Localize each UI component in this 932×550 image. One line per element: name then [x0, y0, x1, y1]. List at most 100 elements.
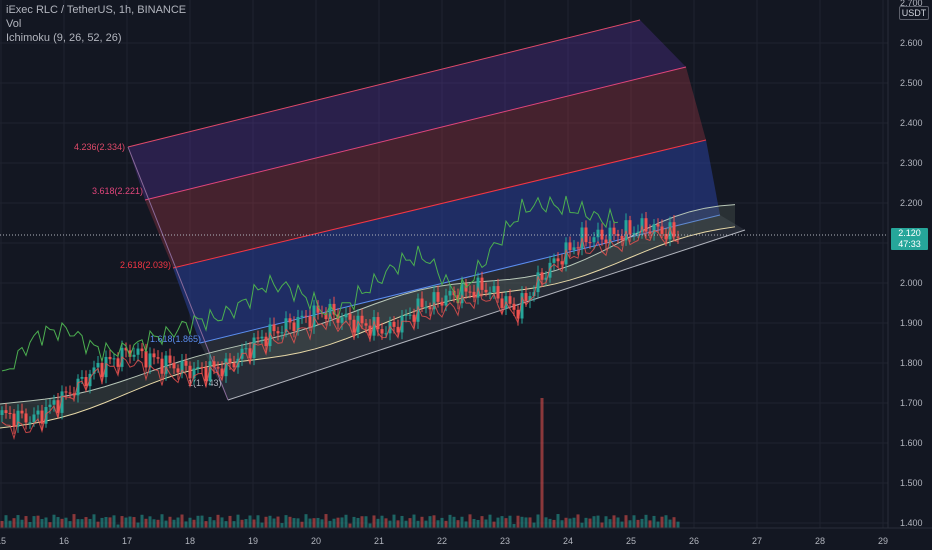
candle-body [300, 315, 304, 317]
candle-body [184, 360, 188, 366]
chart-canvas[interactable]: 1(1.743)1.618(1.865)2.618(2.039)3.618(2.… [0, 0, 932, 550]
volume-bar [596, 515, 600, 528]
volume-bar [524, 517, 528, 528]
time-tick-label: 25 [626, 536, 636, 546]
volume-bar [164, 520, 168, 528]
volume-bar [0, 521, 4, 528]
volume-bar [280, 523, 284, 528]
volume-bar [212, 520, 216, 528]
volume-bar [92, 514, 96, 528]
candle-body [28, 422, 32, 424]
volume-bar [428, 516, 432, 528]
ichimoku-label[interactable]: Ichimoku (9, 26, 52, 26) [6, 31, 186, 45]
candle-body [392, 321, 396, 327]
volume-bar [128, 516, 132, 528]
volume-label[interactable]: Vol [6, 17, 186, 31]
volume-bar [364, 516, 368, 528]
volume-bar [192, 519, 196, 528]
candle-body [656, 224, 660, 227]
candle-body [348, 313, 352, 320]
volume-bar [108, 517, 112, 528]
volume-bar [220, 517, 224, 528]
candle-body [132, 354, 136, 357]
volume-bar [340, 517, 344, 528]
time-tick-label: 22 [437, 536, 447, 546]
volume-bar [548, 518, 552, 528]
volume-bar [332, 518, 336, 528]
volume-bar [632, 515, 636, 528]
volume-bar [256, 515, 260, 528]
candle-body [444, 295, 448, 306]
candle-body [304, 315, 308, 317]
candle-body [64, 391, 68, 393]
volume-bar [452, 516, 456, 528]
price-tick-label: 1.600 [900, 438, 923, 448]
candle-body [488, 292, 492, 294]
candle-body [376, 317, 380, 330]
candle-body [276, 331, 280, 334]
volume-bar [208, 516, 212, 528]
volume-bar [508, 515, 512, 528]
candle-body [144, 351, 148, 368]
candle-body [84, 377, 88, 387]
volume-bar [312, 518, 316, 528]
volume-bar [60, 518, 64, 528]
currency-unit-button[interactable]: USDT [899, 6, 929, 20]
volume-bar [276, 516, 280, 528]
candle-body [96, 362, 100, 368]
volume-bar [136, 522, 140, 528]
symbol-title[interactable]: iExec RLC / TetherUS, 1h, BINANCE [6, 3, 186, 17]
volume-bar [168, 516, 172, 528]
candle-body [552, 258, 556, 263]
volume-bar [576, 514, 580, 528]
volume-bar [32, 516, 36, 528]
volume-bar [644, 514, 648, 528]
candle-body [280, 332, 284, 334]
volume-bar [532, 522, 536, 528]
volume-bar [544, 517, 548, 528]
candle-body [448, 290, 452, 296]
time-tick-label: 27 [752, 536, 762, 546]
candle-body [108, 356, 112, 360]
candle-body [672, 222, 676, 237]
price-tick-label: 1.800 [900, 358, 923, 368]
current-price-value: 2.120 [898, 228, 921, 238]
volume-bar [628, 520, 632, 528]
volume-bar [540, 398, 544, 528]
time-tick-label: 21 [374, 536, 384, 546]
volume-bar [504, 518, 508, 528]
volume-bar [432, 515, 436, 528]
volume-bar [640, 518, 644, 528]
candle-body [380, 329, 384, 334]
volume-bar [204, 521, 208, 528]
volume-bar [328, 520, 332, 528]
volume-bar [496, 517, 500, 528]
volume-bar [400, 515, 404, 528]
candle-body [556, 258, 560, 262]
candle-body [80, 377, 84, 379]
chart-root[interactable]: 1(1.743) 1.618(1.865) 2.618(2.039) 3.618(2.… [0, 0, 932, 550]
candle-body [632, 232, 636, 235]
volume-bar [600, 522, 604, 528]
candle-body [36, 410, 40, 415]
volume-bar [292, 518, 296, 528]
volume-bar [36, 515, 40, 528]
candle-body [212, 361, 216, 368]
time-tick-label: 28 [815, 536, 825, 546]
volume-bar [380, 515, 384, 528]
volume-bar [88, 518, 92, 528]
volume-bar [552, 519, 556, 528]
fib-label: 3.618(2.221) [92, 186, 143, 196]
volume-bar [448, 514, 452, 528]
price-tick-label: 2.200 [900, 198, 923, 208]
volume-bar [28, 522, 32, 528]
volume-bar [160, 514, 164, 528]
candle-body [52, 400, 56, 405]
time-tick-label: 18 [185, 536, 195, 546]
volume-bar [68, 521, 72, 528]
candle-body [172, 362, 176, 369]
volume-bar [24, 516, 28, 528]
volume-bar [608, 519, 612, 528]
candle-body [188, 365, 192, 379]
volume-bar [284, 515, 288, 528]
